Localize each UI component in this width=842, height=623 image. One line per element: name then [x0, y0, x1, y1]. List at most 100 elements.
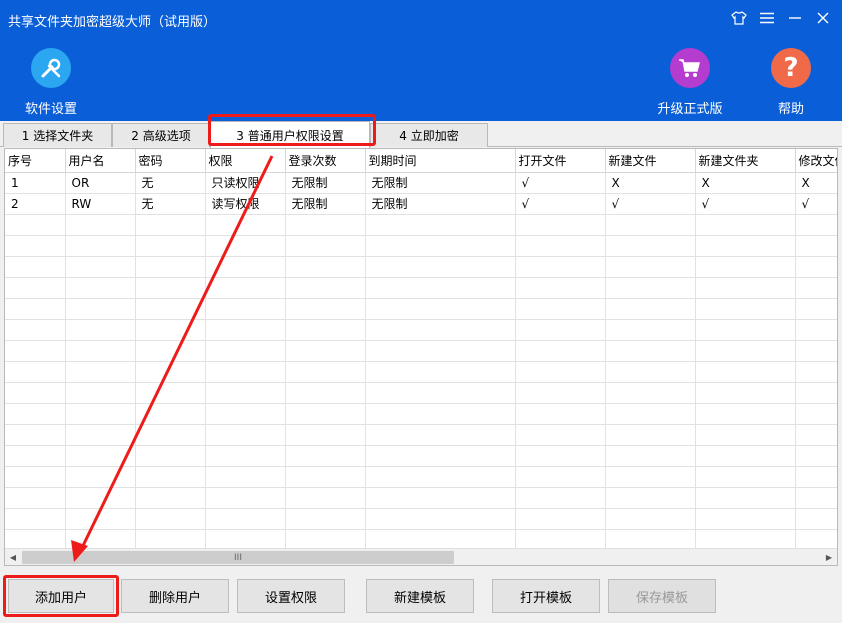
col-header-expiry[interactable]: 到期时间	[365, 149, 516, 173]
menu-icon[interactable]	[758, 9, 776, 27]
horizontal-scrollbar[interactable]: ◀ III ▶	[5, 548, 837, 565]
empty-cell	[5, 424, 66, 446]
new-template-button[interactable]: 新建模板	[366, 579, 474, 613]
minimize-icon[interactable]	[786, 9, 804, 27]
empty-cell	[285, 235, 366, 257]
empty-cell	[65, 235, 136, 257]
help-button[interactable]: ? 帮助	[770, 48, 812, 117]
table-cell: 无	[135, 172, 206, 194]
empty-cell	[5, 529, 66, 551]
scroll-right-arrow-icon[interactable]: ▶	[821, 549, 837, 565]
empty-cell	[365, 361, 516, 383]
col-header-new-file[interactable]: 新建文件	[605, 149, 696, 173]
delete-user-button[interactable]: 删除用户	[121, 579, 229, 613]
upgrade-button[interactable]: 升级正式版	[652, 48, 728, 117]
tab-user-permissions[interactable]: 3 普通用户权限设置	[210, 121, 370, 148]
empty-cell	[365, 214, 516, 236]
empty-cell	[285, 382, 366, 404]
empty-cell	[205, 214, 286, 236]
table-cell: RW	[65, 193, 136, 215]
empty-cell	[795, 340, 837, 362]
empty-cell	[5, 361, 66, 383]
scroll-left-arrow-icon[interactable]: ◀	[5, 549, 21, 565]
empty-row	[5, 487, 837, 509]
empty-cell	[795, 445, 837, 467]
empty-row	[5, 508, 837, 530]
empty-cell	[285, 277, 366, 299]
empty-cell	[695, 361, 796, 383]
table-cell: √	[695, 193, 796, 215]
table-cell: 2	[5, 193, 66, 215]
empty-cell	[135, 298, 206, 320]
col-header-password[interactable]: 密码	[135, 149, 206, 173]
empty-cell	[285, 256, 366, 278]
col-header-login-count[interactable]: 登录次数	[285, 149, 366, 173]
empty-row	[5, 256, 837, 278]
col-header-modify-file[interactable]: 修改文件	[795, 149, 837, 173]
col-header-open-file[interactable]: 打开文件	[515, 149, 606, 173]
add-user-button[interactable]: 添加用户	[8, 579, 114, 613]
empty-cell	[365, 424, 516, 446]
col-header-new-folder[interactable]: 新建文件夹	[695, 149, 796, 173]
empty-cell	[135, 361, 206, 383]
empty-cell	[285, 424, 366, 446]
set-permission-button[interactable]: 设置权限	[237, 579, 345, 613]
empty-cell	[695, 508, 796, 530]
empty-cell	[515, 256, 606, 278]
empty-cell	[135, 466, 206, 488]
upgrade-label: 升级正式版	[657, 102, 723, 117]
settings-button[interactable]: 软件设置	[22, 48, 80, 117]
wrench-screwdriver-icon	[31, 48, 71, 88]
empty-cell	[65, 466, 136, 488]
shopping-cart-icon	[670, 48, 710, 88]
table-row[interactable]: 1 OR 无 只读权限 无限制 无限制 √ X X X	[5, 172, 837, 194]
empty-cell	[605, 382, 696, 404]
empty-cell	[205, 298, 286, 320]
empty-cell	[205, 361, 286, 383]
empty-cell	[605, 277, 696, 299]
skin-icon[interactable]	[730, 9, 748, 27]
empty-row	[5, 214, 837, 236]
empty-cell	[695, 403, 796, 425]
empty-cell	[65, 403, 136, 425]
close-icon[interactable]	[814, 9, 832, 27]
empty-cell	[205, 487, 286, 509]
col-header-username[interactable]: 用户名	[65, 149, 136, 173]
empty-cell	[205, 466, 286, 488]
empty-cell	[135, 319, 206, 341]
empty-cell	[795, 424, 837, 446]
table-cell: √	[515, 193, 606, 215]
empty-cell	[365, 340, 516, 362]
empty-cell	[515, 403, 606, 425]
tab-advanced-options[interactable]: 2 高级选项	[112, 123, 210, 147]
empty-row	[5, 235, 837, 257]
empty-cell	[695, 445, 796, 467]
empty-cell	[135, 235, 206, 257]
col-header-permission[interactable]: 权限	[205, 149, 286, 173]
window-controls	[730, 9, 832, 27]
empty-cell	[605, 361, 696, 383]
empty-cell	[135, 508, 206, 530]
table-header-row: 序号 用户名 密码 权限 登录次数 到期时间 打开文件 新建文件 新建文件夹 修…	[5, 149, 837, 173]
empty-cell	[515, 529, 606, 551]
tab-encrypt-now[interactable]: 4 立即加密	[370, 123, 488, 147]
col-header-index[interactable]: 序号	[5, 149, 66, 173]
tab-bar: 1 选择文件夹 2 高级选项 3 普通用户权限设置 4 立即加密	[0, 121, 842, 148]
empty-cell	[205, 319, 286, 341]
empty-cell	[285, 361, 366, 383]
open-template-button[interactable]: 打开模板	[492, 579, 600, 613]
empty-cell	[65, 424, 136, 446]
table-row[interactable]: 2 RW 无 读写权限 无限制 无限制 √ √ √ √	[5, 193, 837, 215]
empty-cell	[365, 298, 516, 320]
empty-row	[5, 424, 837, 446]
empty-cell	[695, 298, 796, 320]
table-cell: 无限制	[285, 193, 366, 215]
empty-cell	[605, 256, 696, 278]
user-permission-grid[interactable]: 序号 用户名 密码 权限 登录次数 到期时间 打开文件 新建文件 新建文件夹 修…	[4, 148, 838, 566]
scrollbar-thumb[interactable]: III	[22, 551, 454, 564]
tab-select-folder[interactable]: 1 选择文件夹	[3, 123, 112, 147]
empty-cell	[605, 445, 696, 467]
empty-cell	[135, 214, 206, 236]
empty-cell	[515, 298, 606, 320]
empty-cell	[205, 277, 286, 299]
